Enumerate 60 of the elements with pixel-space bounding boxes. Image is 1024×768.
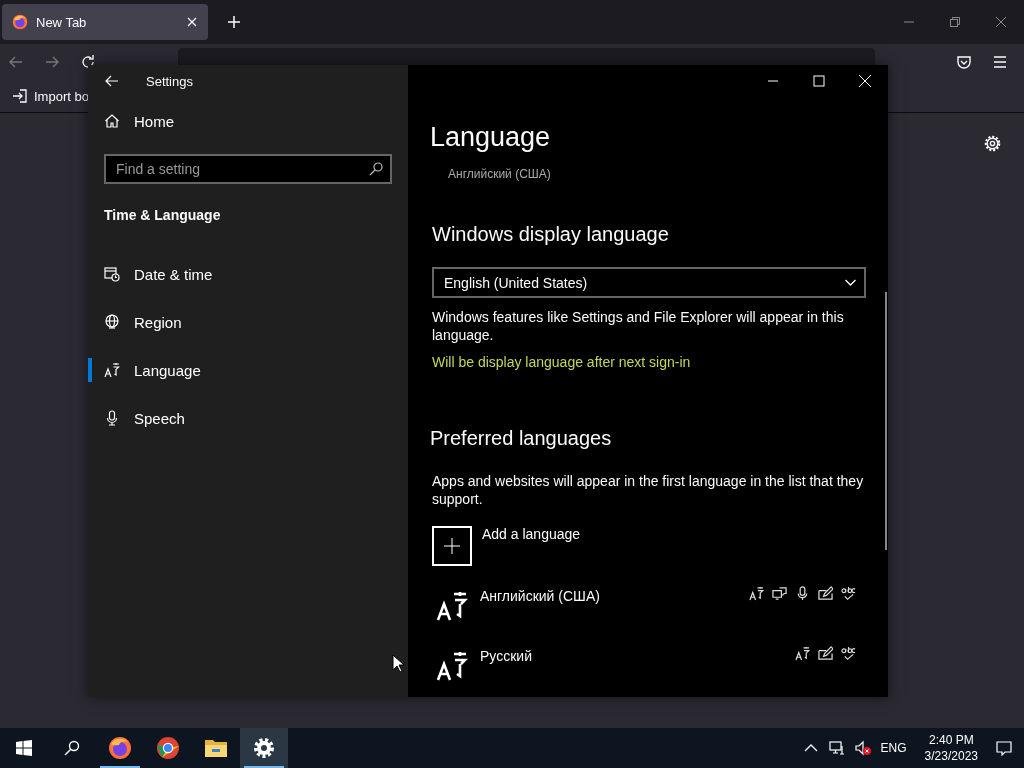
search-icon [368,161,384,177]
sidebar-item[interactable]: Date & time [88,250,408,298]
language-pack-icon [749,586,764,601]
language-icon [436,650,468,682]
firefox-icon [108,736,132,760]
language-icon [436,590,468,622]
pen-pad-icon [818,646,833,661]
reload-icon[interactable] [80,54,96,70]
window-title: Settings [146,73,193,89]
firefox-icon [12,14,28,30]
spell-check-icon [841,646,856,661]
sidebar-item[interactable]: Language [88,346,408,394]
search-field[interactable]: Find a setting [104,154,392,184]
settings-icon[interactable] [984,135,1001,152]
status-note: Will be display language after next sign-in [432,353,692,371]
import-icon [12,88,28,104]
taskbar-app[interactable] [240,728,288,768]
browser-tab[interactable]: New Tab [2,4,208,40]
sidebar-item[interactable]: Region [88,298,408,346]
chrome-icon [156,736,180,760]
scrollbar[interactable] [885,292,887,550]
language-dropdown[interactable]: English (United States) [432,267,866,298]
clock[interactable]: 2:40 PM 3/23/2023 [924,732,978,764]
calendar-clock-icon [104,266,120,282]
windows-icon [16,740,32,756]
microphone-icon [795,586,810,601]
speech-bubble-monitor-icon [772,586,787,601]
home-link[interactable]: Home [88,97,408,145]
spell-check-icon [841,586,856,601]
sidebar-item[interactable]: Speech [88,394,408,442]
home-icon [104,113,120,129]
menu-icon[interactable] [992,54,1008,70]
current-language: Английский (США) [448,166,552,182]
back-icon[interactable] [104,73,120,89]
language-item[interactable]: Английский (США) [432,576,866,636]
section-heading: Preferred languages [430,426,613,451]
pocket-icon[interactable] [956,54,972,70]
language-pack-icon [795,646,810,661]
description: Windows features like Settings and File Explorer will appear in this language. [432,308,845,344]
add-language-button[interactable]: Add a language [432,526,866,566]
new-tab-icon[interactable] [226,14,242,30]
input-language[interactable]: ENG [880,741,907,755]
pen-pad-icon [818,586,833,601]
language-icon [104,362,120,378]
section-heading: Time & Language [104,206,222,224]
gear-icon [252,736,276,760]
microphone-icon [104,410,120,426]
forward-icon[interactable] [44,54,60,70]
network-icon[interactable] [828,740,845,756]
plus-icon [432,526,472,566]
notification-icon[interactable] [996,740,1012,756]
search-icon [64,740,80,756]
section-heading: Windows display language [432,222,670,247]
description: Apps and websites will appear in the first language in the list that they support. [432,472,865,508]
globe-icon [104,314,120,330]
bookmark-link[interactable]: Import bo [34,88,89,104]
cursor-icon [392,654,404,673]
volume-muted-icon[interactable] [854,740,871,756]
page-title: Language [430,121,552,154]
language-item[interactable]: Русский [432,636,866,696]
